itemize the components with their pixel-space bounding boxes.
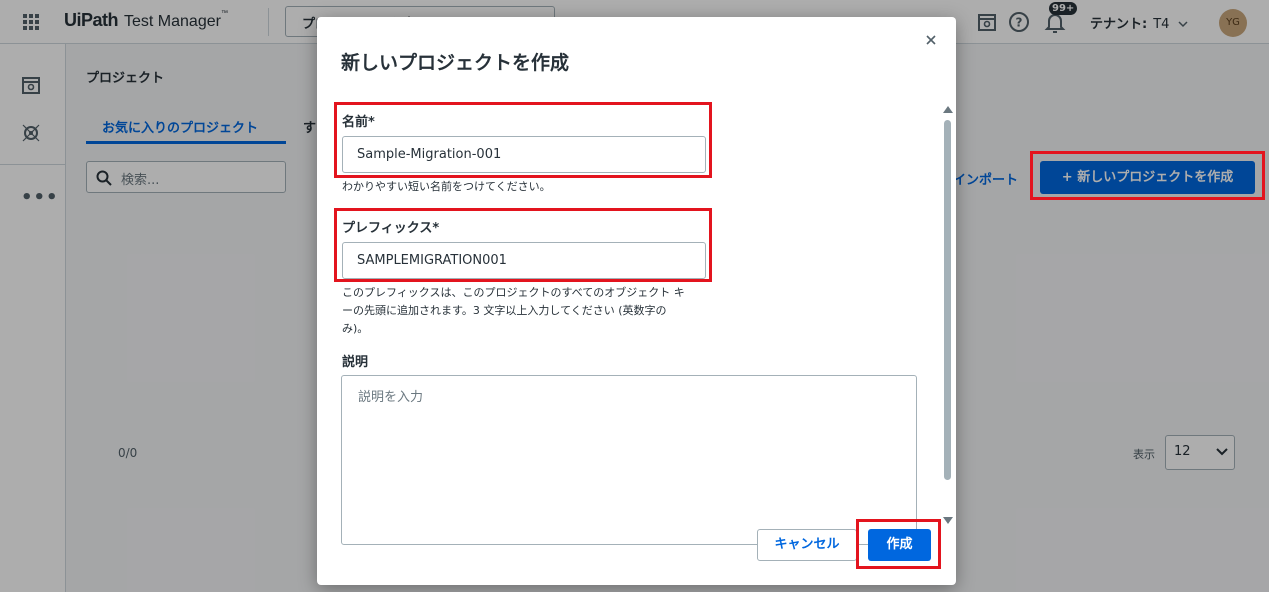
scroll-up-arrow-icon[interactable] [943, 106, 953, 113]
cancel-button[interactable]: キャンセル [757, 529, 857, 561]
close-icon[interactable] [924, 33, 938, 47]
description-textarea[interactable]: 説明を入力 [341, 375, 917, 545]
highlight-box-name [334, 102, 712, 178]
highlight-box-create [856, 519, 941, 569]
highlight-box-new-project [1030, 151, 1265, 200]
name-help-text: わかりやすい短い名前をつけてください。 [342, 180, 551, 193]
scrollbar-thumb[interactable] [944, 120, 951, 480]
description-label: 説明 [342, 355, 369, 370]
prefix-help-text: このプレフィックスは、このプロジェクトのすべてのオブジェクト キーの先頭に追加さ… [342, 286, 685, 335]
dialog-title: 新しいプロジェクトを作成 [341, 52, 570, 74]
scroll-down-arrow-icon[interactable] [943, 517, 953, 524]
create-project-dialog: 新しいプロジェクトを作成 名前* Sample-Migration-001 わか… [317, 17, 956, 585]
highlight-box-prefix [334, 208, 712, 282]
